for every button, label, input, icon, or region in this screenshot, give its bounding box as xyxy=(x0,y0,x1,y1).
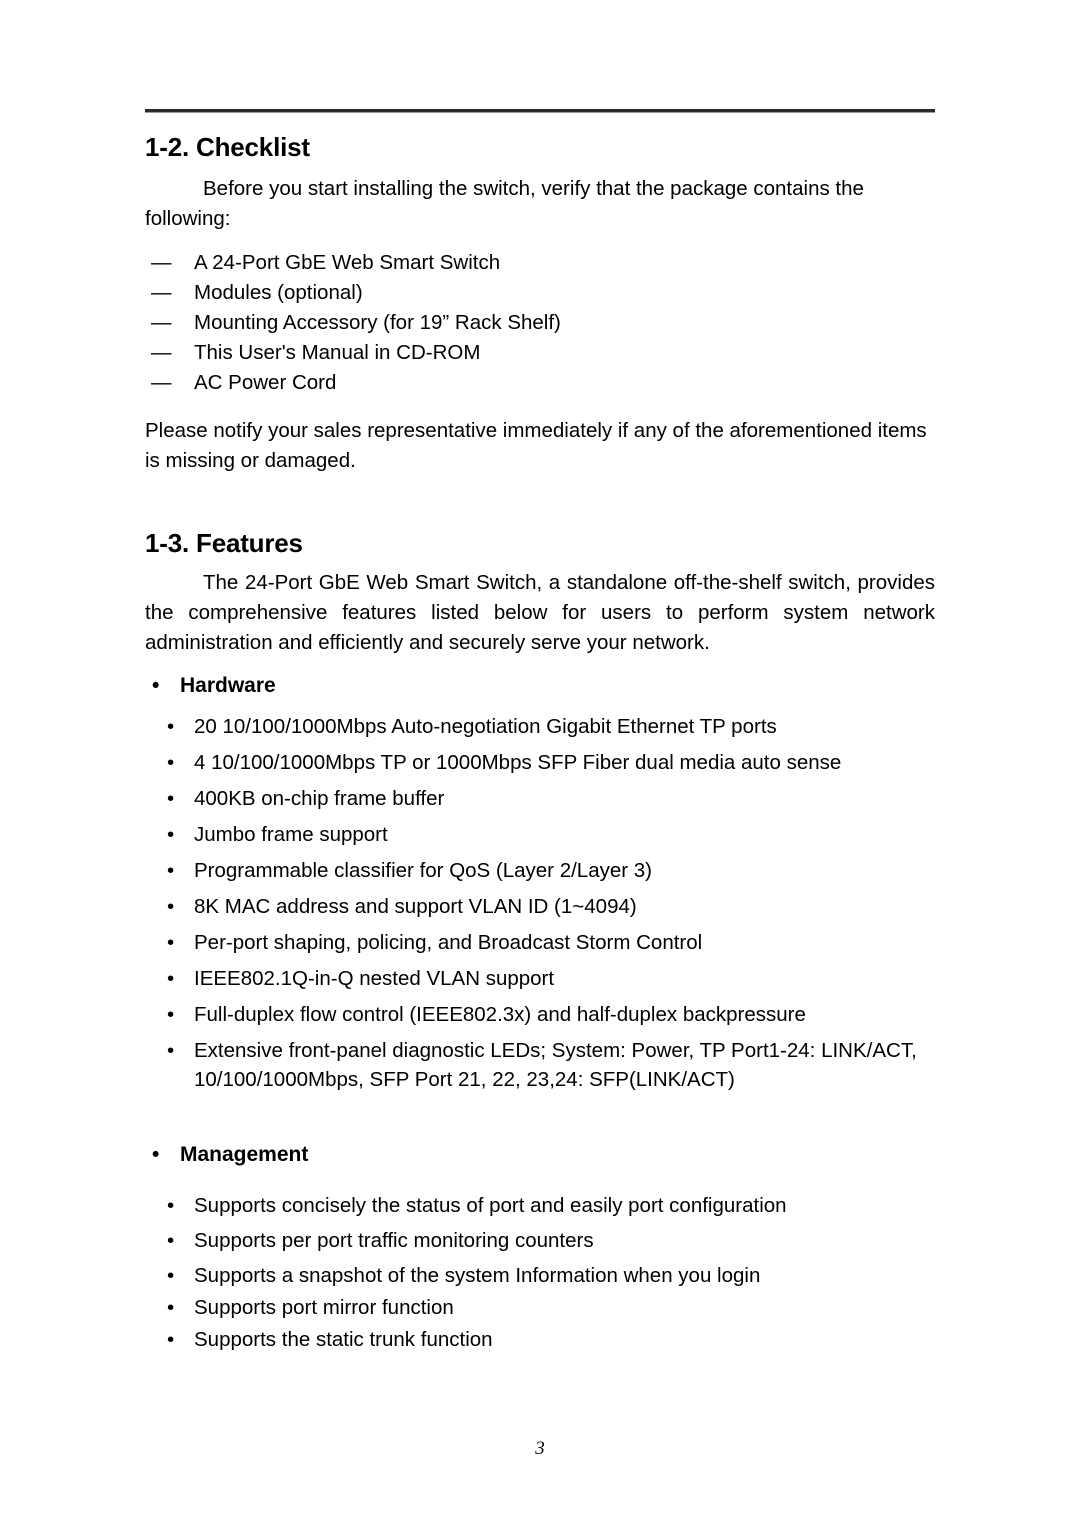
list-item-label: AC Power Cord xyxy=(194,371,337,394)
list-item-label: Programmable classifier for QoS (Layer 2… xyxy=(194,859,653,882)
list-item-label: IEEE802.1Q-in-Q nested VLAN support xyxy=(194,967,555,990)
bullet-dot-icon: • xyxy=(167,1039,175,1062)
list-item: • 4 10/100/1000Mbps TP or 1000Mbps SFP F… xyxy=(167,748,935,777)
em-dash-marker: — xyxy=(151,371,172,394)
list-item: — A 24-Port GbE Web Smart Switch xyxy=(151,248,935,278)
page-number: 3 xyxy=(535,1438,545,1459)
list-item-label: Supports port mirror function xyxy=(194,1296,454,1319)
checklist-note-paragraph: Please notify your sales representative … xyxy=(145,419,927,472)
list-item-label: Extensive front-panel diagnostic LEDs; S… xyxy=(194,1039,917,1091)
list-item: • 20 10/100/1000Mbps Auto-negotiation Gi… xyxy=(167,712,935,741)
bullet-dot-icon: • xyxy=(167,787,175,810)
bullet-dot-icon: • xyxy=(167,751,175,774)
list-item: • Programmable classifier for QoS (Layer… xyxy=(167,856,935,885)
list-item-label: A 24-Port GbE Web Smart Switch xyxy=(194,251,501,274)
list-item-label: 4 10/100/1000Mbps TP or 1000Mbps SFP Fib… xyxy=(194,751,842,774)
em-dash-marker: — xyxy=(151,311,172,334)
features-section-heading: 1-3. Features xyxy=(145,528,303,558)
bullet-dot-icon: • xyxy=(167,1194,175,1217)
bullet-dot-icon: • xyxy=(167,1229,175,1252)
list-item-label: Per-port shaping, policing, and Broadcas… xyxy=(194,931,703,954)
list-item-label: Modules (optional) xyxy=(194,281,363,304)
management-features-list: • Supports concisely the status of port … xyxy=(145,1191,935,1354)
management-subsection-heading: • Management xyxy=(152,1141,935,1169)
list-item: • Supports a snapshot of the system Info… xyxy=(167,1261,935,1290)
list-item: — This User's Manual in CD-ROM xyxy=(151,338,935,368)
list-item-label: 20 10/100/1000Mbps Auto-negotiation Giga… xyxy=(194,715,777,738)
list-item-label: Jumbo frame support xyxy=(194,823,388,846)
page-content: 1-2. Checklist Before you start installi… xyxy=(145,132,935,1357)
hardware-heading-label: Hardware xyxy=(180,674,276,697)
checklist-items-list: — A 24-Port GbE Web Smart Switch — Modul… xyxy=(145,248,935,398)
list-item: • 8K MAC address and support VLAN ID (1~… xyxy=(167,892,935,921)
list-item-label: This User's Manual in CD-ROM xyxy=(194,341,481,364)
list-item-label: Supports a snapshot of the system Inform… xyxy=(194,1264,761,1287)
list-item: • Supports port mirror function xyxy=(167,1293,935,1322)
checklist-section-heading: 1-2. Checklist xyxy=(145,132,310,162)
hardware-features-list: • 20 10/100/1000Mbps Auto-negotiation Gi… xyxy=(145,712,935,1094)
bullet-dot-icon: • xyxy=(167,1328,175,1351)
list-item: — Modules (optional) xyxy=(151,278,935,308)
list-item: — AC Power Cord xyxy=(151,368,935,398)
list-item: — Mounting Accessory (for 19” Rack Shelf… xyxy=(151,308,935,338)
list-item-label: Full-duplex flow control (IEEE802.3x) an… xyxy=(194,1003,806,1026)
features-intro-paragraph: The 24-Port GbE Web Smart Switch, a stan… xyxy=(145,571,935,654)
document-page: 1-2. Checklist Before you start installi… xyxy=(0,0,1080,1526)
bullet-dot-icon: • xyxy=(167,967,175,990)
bullet-dot-icon: • xyxy=(167,1296,175,1319)
list-item-label: 8K MAC address and support VLAN ID (1~40… xyxy=(194,895,637,918)
management-heading-label: Management xyxy=(180,1143,309,1166)
list-item: • Supports the static trunk function xyxy=(167,1325,935,1354)
list-item: • IEEE802.1Q-in-Q nested VLAN support xyxy=(167,964,935,993)
bullet-dot-icon: • xyxy=(167,895,175,918)
list-item-label: Supports the static trunk function xyxy=(194,1328,493,1351)
list-item-label: 400KB on-chip frame buffer xyxy=(194,787,445,810)
list-item-label: Mounting Accessory (for 19” Rack Shelf) xyxy=(194,311,561,334)
bullet-dot-icon: • xyxy=(167,931,175,954)
em-dash-marker: — xyxy=(151,281,172,304)
list-item: • Jumbo frame support xyxy=(167,820,935,849)
em-dash-marker: — xyxy=(151,341,172,364)
bullet-dot-icon: • xyxy=(167,823,175,846)
bullet-dot-icon: • xyxy=(167,1264,175,1287)
bullet-dot-icon: • xyxy=(167,715,175,738)
checklist-intro-paragraph: Before you start installing the switch, … xyxy=(145,177,864,230)
em-dash-marker: — xyxy=(151,251,172,274)
bullet-dot-icon: • xyxy=(152,674,160,697)
bullet-dot-icon: • xyxy=(152,1143,160,1166)
list-item: • Full-duplex flow control (IEEE802.3x) … xyxy=(167,1000,935,1029)
list-item: • Per-port shaping, policing, and Broadc… xyxy=(167,928,935,957)
list-item-label: Supports per port traffic monitoring cou… xyxy=(194,1229,594,1252)
list-item: • 400KB on-chip frame buffer xyxy=(167,784,935,813)
hardware-subsection-heading: • Hardware xyxy=(152,672,935,700)
bullet-dot-icon: • xyxy=(167,1003,175,1026)
list-item-label: Supports concisely the status of port an… xyxy=(194,1194,787,1217)
list-item: • Extensive front-panel diagnostic LEDs;… xyxy=(167,1036,935,1094)
list-item: • Supports concisely the status of port … xyxy=(167,1191,935,1220)
list-item: • Supports per port traffic monitoring c… xyxy=(167,1226,935,1255)
header-divider-rule xyxy=(145,109,935,113)
bullet-dot-icon: • xyxy=(167,859,175,882)
